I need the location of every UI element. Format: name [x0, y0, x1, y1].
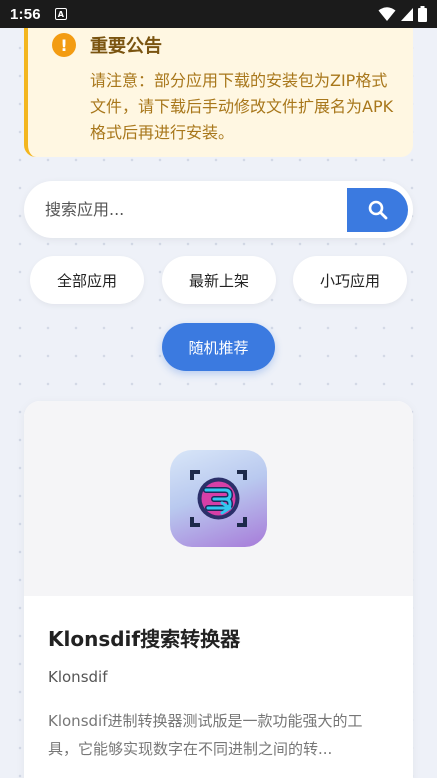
- app-developer: Klonsdif: [48, 668, 108, 686]
- battery-icon: [418, 6, 427, 22]
- status-bar: 1:56 A: [0, 0, 437, 28]
- app-icon[interactable]: [170, 450, 267, 547]
- random-recommend-button[interactable]: 随机推荐: [162, 323, 275, 371]
- notice-text: 请注意：部分应用下载的安装包为ZIP格式文件，请下载后手动修改文件扩展名为APK…: [90, 71, 394, 142]
- filter-newest[interactable]: 最新上架: [162, 256, 276, 304]
- search-button[interactable]: [347, 187, 408, 232]
- notice-title: 重要公告: [90, 36, 162, 57]
- notice-banner: ! 重要公告 请注意：部分应用下载的安装包为ZIP格式文件，请下载后手动修改文件…: [24, 28, 413, 157]
- notice-header: ! 重要公告: [52, 32, 395, 58]
- notification-app-icon: A: [54, 8, 67, 20]
- search-box: [24, 181, 413, 238]
- app-card[interactable]: Klonsdif搜索转换器 Klonsdif Klonsdif进制转换器测试版是…: [24, 401, 413, 778]
- filter-row: 全部应用 最新上架 小巧应用: [30, 256, 407, 304]
- filter-all-apps[interactable]: 全部应用: [30, 256, 144, 304]
- filter-small-apps[interactable]: 小巧应用: [293, 256, 407, 304]
- exclamation-icon: !: [52, 33, 76, 57]
- search-input[interactable]: [45, 200, 347, 219]
- app-name: Klonsdif搜索转换器: [48, 627, 241, 651]
- app-card-banner: [24, 401, 413, 596]
- status-icons: [378, 6, 427, 22]
- signal-icon: [401, 8, 413, 21]
- search-icon: [368, 200, 387, 219]
- converter-logo-icon: [190, 470, 247, 527]
- wifi-icon: [378, 7, 396, 21]
- status-time: 1:56: [10, 5, 41, 23]
- app-description: Klonsdif进制转换器测试版是一款功能强大的工具，它能够实现数字在不同进制之…: [48, 712, 363, 758]
